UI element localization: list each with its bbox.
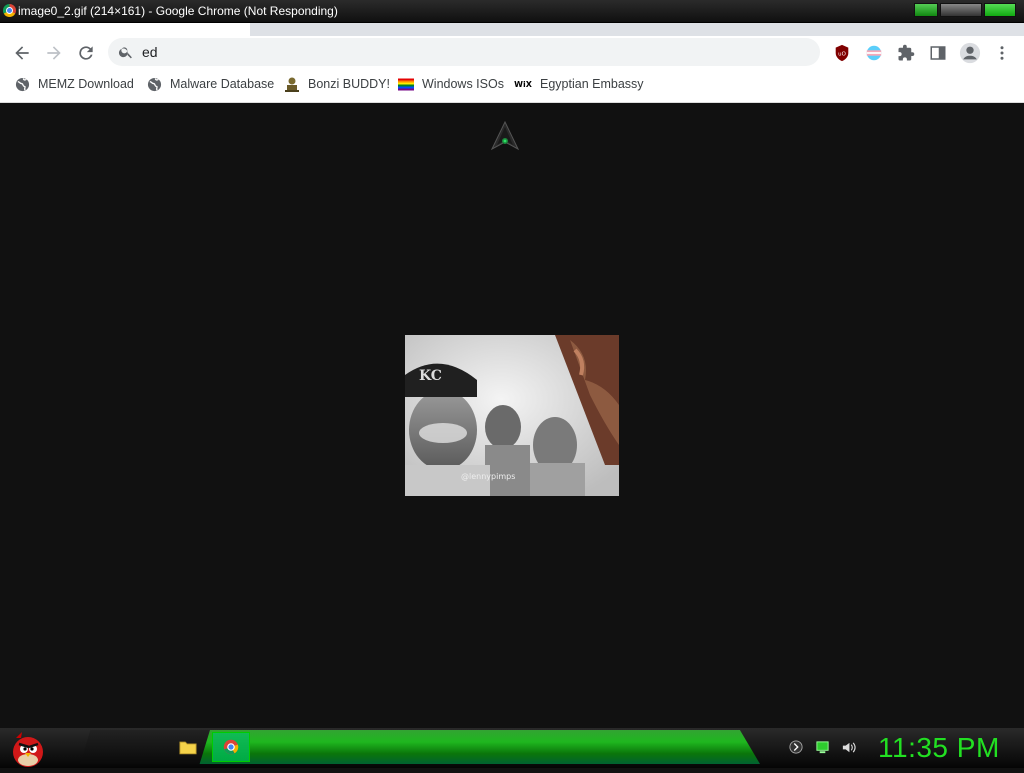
wix-icon: WiX: [514, 79, 532, 89]
svg-text:uO: uO: [838, 52, 846, 58]
start-button[interactable]: [8, 728, 48, 768]
site-logo-icon: [491, 121, 519, 151]
globe-icon: [14, 76, 30, 92]
forward-button[interactable]: [38, 36, 70, 70]
rainbow-flag-icon: [398, 76, 414, 92]
bookmark-egyptian-embassy[interactable]: WiX Egyptian Embassy: [514, 70, 644, 98]
bookmark-label: Malware Database: [170, 77, 275, 91]
menu-button[interactable]: [989, 40, 1015, 66]
bookmark-label: Bonzi BUDDY!: [308, 77, 390, 91]
window-controls: [912, 3, 1016, 17]
avatar-icon: [959, 42, 981, 64]
browser-toolbar: ed uO: [0, 36, 1024, 70]
maximize-button[interactable]: [940, 3, 982, 17]
taskbar-file-explorer[interactable]: [170, 732, 206, 762]
kebab-menu-icon: [1000, 46, 1004, 60]
bookmark-memz-download[interactable]: MEMZ Download: [14, 70, 134, 98]
bookmark-malware-database[interactable]: Malware Database: [146, 70, 274, 98]
minimize-button[interactable]: [914, 3, 938, 17]
volume-icon[interactable]: [840, 739, 856, 755]
gif-watermark-text: @lennypimps: [461, 472, 515, 481]
address-bar-text: ed: [142, 44, 158, 60]
svg-text:KC: KC: [419, 368, 442, 384]
puzzle-icon: [898, 44, 915, 61]
taskbar-clock[interactable]: 11:35 PM: [878, 731, 1000, 765]
back-button[interactable]: [6, 36, 38, 70]
window-titlebar[interactable]: image0_2.gif (214×161) - Google Chrome (…: [0, 0, 1024, 23]
angry-bird-icon: [13, 732, 43, 767]
bonzi-icon: [284, 76, 300, 92]
side-panel-button[interactable]: [925, 40, 951, 66]
search-icon: [118, 47, 132, 59]
taskbar-chrome[interactable]: [212, 732, 250, 762]
trans-flag-icon: [866, 45, 882, 61]
gif-frame: KC @lennypimps: [405, 335, 619, 496]
bookmark-windows-isos[interactable]: Windows ISOs: [398, 70, 504, 98]
address-bar[interactable]: ed: [108, 38, 820, 66]
reload-button[interactable]: [70, 36, 102, 70]
reload-icon: [79, 46, 93, 60]
arrow-right-icon: [47, 46, 61, 60]
bookmarks-bar: MEMZ Download Malware Database Bonzi BUD…: [0, 70, 1024, 103]
close-button[interactable]: [984, 3, 1016, 17]
bookmark-bonzi-buddy[interactable]: Bonzi BUDDY!: [284, 70, 390, 98]
chrome-icon: [223, 739, 239, 755]
tray-app-icon[interactable]: [788, 739, 804, 755]
ublock-extension-button[interactable]: uO: [829, 40, 855, 66]
page-content: KC @lennypimps: [0, 103, 1024, 728]
gif-image: KC @lennypimps: [405, 335, 619, 496]
extensions-button[interactable]: [893, 40, 919, 66]
window-title: image0_2.gif (214×161) - Google Chrome (…: [18, 4, 338, 18]
bookmark-label: Egyptian Embassy: [540, 77, 644, 91]
network-icon[interactable]: [814, 739, 830, 755]
bookmark-label: MEMZ Download: [38, 77, 134, 91]
extension-flag-button[interactable]: [861, 40, 887, 66]
tab-strip: [0, 23, 1024, 36]
side-panel-icon: [930, 46, 946, 60]
bookmark-label: Windows ISOs: [422, 77, 504, 91]
system-tray: [788, 737, 866, 757]
ublock-shield-icon: uO: [835, 44, 849, 62]
profile-button[interactable]: [957, 40, 983, 66]
chrome-icon: [3, 4, 16, 17]
taskbar: 11:35 PM: [0, 728, 1024, 768]
arrow-left-icon: [15, 46, 29, 60]
globe-icon: [146, 76, 162, 92]
active-tab[interactable]: [0, 23, 250, 36]
folder-icon: [179, 741, 197, 754]
